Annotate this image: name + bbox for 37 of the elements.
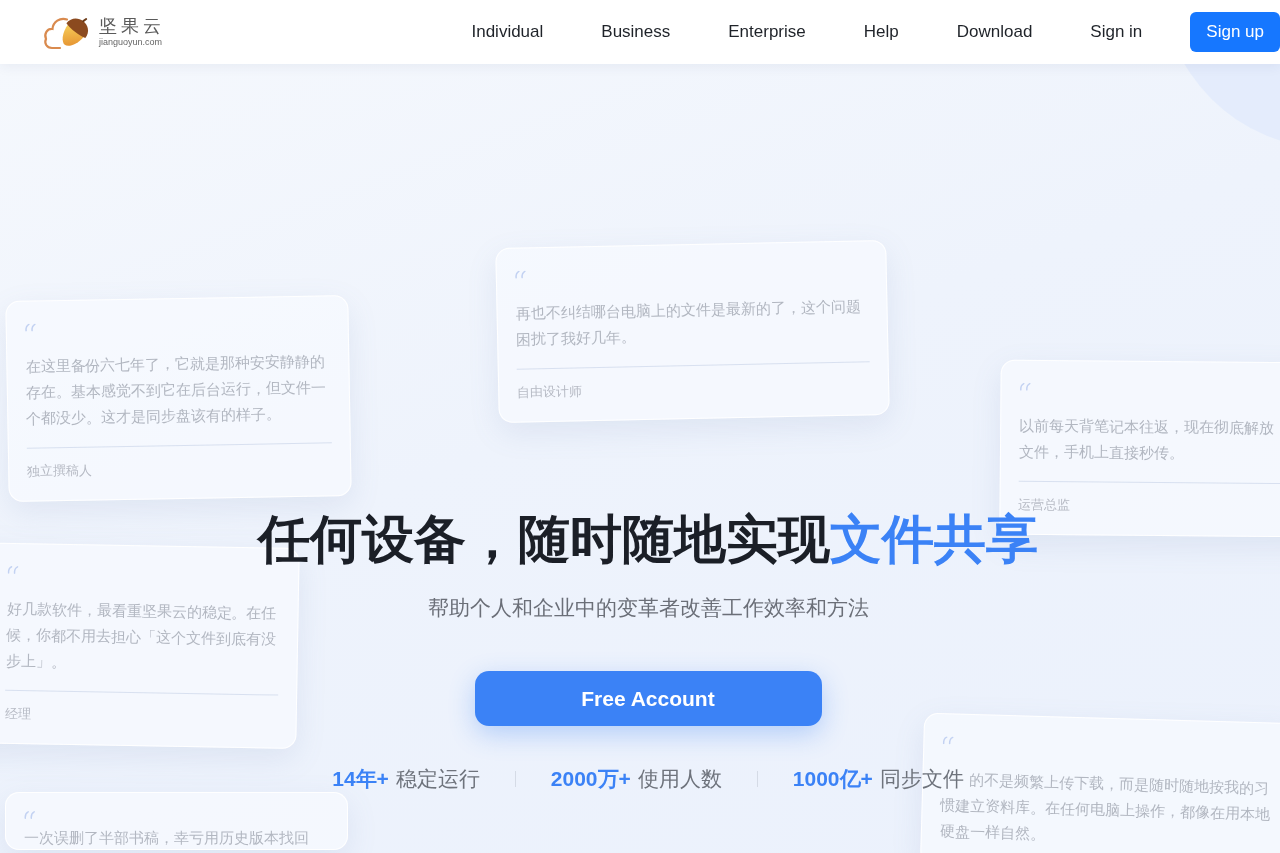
quote-text-line: 文件，手机上直接秒传。 — [1018, 441, 1185, 464]
nav-link[interactable]: Download — [956, 21, 1033, 43]
author-title: 独立撰稿人 — [27, 461, 93, 481]
stat-value: 1000亿+ — [792, 766, 873, 792]
stat-value: 2000万+ — [550, 766, 631, 792]
stat-label: 稳定运行 — [395, 766, 480, 792]
hero-subtitle: 帮助个人和企业中的变革者改善工作效率和方法 — [427, 595, 869, 621]
quote-icon — [1019, 382, 1032, 391]
author-title: 经理 — [4, 704, 31, 724]
nav-link[interactable]: Individual — [471, 21, 544, 43]
signup-button[interactable]: Sign up — [1190, 12, 1280, 52]
stat-label: 同步文件 — [879, 766, 964, 792]
quote-icon — [24, 811, 36, 819]
quote-text-line: 步上」。 — [5, 650, 66, 672]
quote-icon — [24, 323, 37, 332]
quote-text-line: 好几款软件，最看重坚果云的稳定。在任 — [6, 598, 277, 624]
quote-icon — [942, 736, 955, 745]
quote-icon — [7, 565, 20, 575]
quote-text-line: 硬盘一样自然。 — [939, 821, 1046, 845]
nav-link[interactable]: Sign in — [1090, 21, 1143, 43]
quote-text-line: 的不是频繁上传下载，而是随时随地按我的习 — [968, 770, 1270, 798]
quote-text-line: 以前每天背笔记本往返，现在彻底解放 — [1019, 415, 1275, 438]
author-title: 自由设计师 — [517, 382, 583, 402]
stat-value: 14年+ — [332, 766, 389, 792]
nav-link[interactable]: Business — [601, 21, 671, 43]
free-account-button[interactable]: Free Account — [474, 671, 822, 726]
quote-icon — [514, 270, 527, 279]
hero-title: 任何设备，随时随地实现文件共享 — [258, 510, 1038, 568]
stat-label: 使用人数 — [637, 766, 722, 792]
logo-text[interactable]: 坚果云 — [99, 16, 165, 37]
quote-text-line: 候，你都不用去担心「这个文件到底有没 — [5, 624, 277, 650]
nav-link[interactable]: Enterprise — [728, 21, 806, 43]
nav-link[interactable]: Help — [863, 21, 899, 43]
quote-text: 再也不纠结哪台电脑上的文件是最新的了，这个问题困扰了我好几年。 — [515, 296, 862, 350]
quote-text-line: 惯建立资料库。在任何电脑上操作，都像在用本地 — [940, 796, 1271, 824]
author-title: 运营总监 — [1018, 495, 1071, 513]
logo-domain-text: jianguoyun.com — [99, 37, 163, 48]
